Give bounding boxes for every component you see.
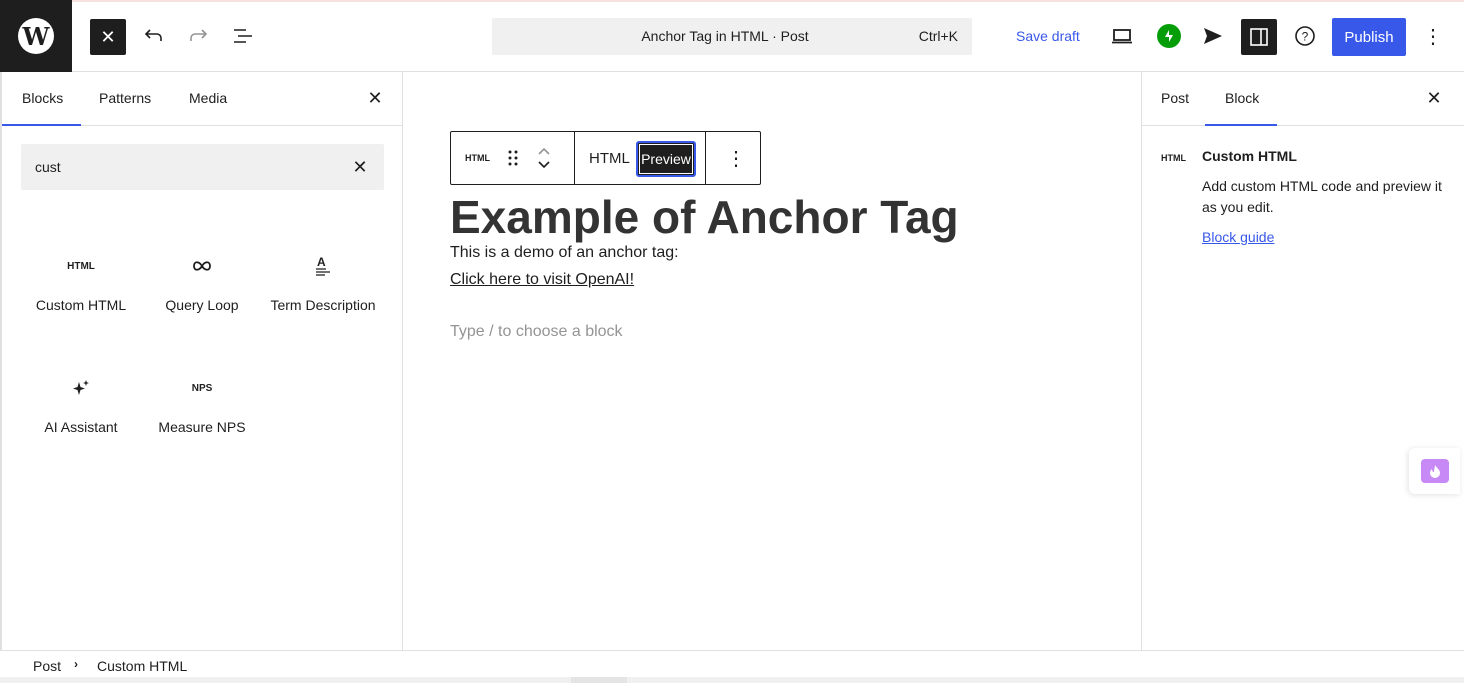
tab-post[interactable]: Post [1161,90,1189,106]
block-label: AI Assistant [44,419,118,435]
block-search-input[interactable] [35,144,335,190]
tab-blocks[interactable]: Blocks [1,90,82,126]
block-switcher-button[interactable]: HTML [465,132,490,184]
preview-heading: Example of Anchor Tag [450,191,959,243]
redo-icon [190,29,208,41]
html-tab-button[interactable]: HTML [589,132,630,184]
editor-canvas: HTML HTML Preview ⋮ Example of Anchor Ta… [403,72,1141,650]
block-label: Measure NPS [158,419,246,435]
block-mover [537,132,551,184]
block-appender-placeholder[interactable]: Type / to choose a block [450,323,623,341]
drag-handle[interactable] [506,132,520,184]
scrollbar-thumb[interactable] [571,677,627,683]
tab-patterns[interactable]: Patterns [99,90,151,106]
help-icon: ? [1295,26,1315,46]
undo-button[interactable] [137,20,169,52]
desktop-icon [1112,29,1132,44]
options-menu-button[interactable]: ⋮ [1421,20,1445,52]
sidebar-icon [1250,28,1268,46]
close-inserter-icon[interactable]: ✕ [363,86,387,110]
term-description-icon: A [263,254,383,278]
wordpress-logo-button[interactable]: W [0,0,72,72]
breadcrumb-custom-html[interactable]: Custom HTML [97,658,187,674]
block-card-description: Add custom HTML code and preview it as y… [1202,178,1442,215]
command-shortcut: Ctrl+K [918,28,958,44]
query-loop-icon [142,254,262,278]
publish-button[interactable]: Publish [1332,18,1406,56]
toolbar-divider [574,132,575,184]
close-inserter-button[interactable]: ✕ [90,19,126,55]
settings-sidebar: Post Block ✕ HTML Custom HTML Add custom… [1141,72,1464,650]
block-guide-link[interactable]: Block guide [1202,229,1274,245]
document-title: Anchor Tag in HTML · Post [641,28,809,44]
block-custom-html[interactable]: HTML Custom HTML [21,254,141,314]
preview-link[interactable]: Click here to visit OpenAI! [450,271,634,289]
inserter-tabs: Blocks Patterns Media ✕ [1,72,402,126]
save-draft-button[interactable]: Save draft [1016,28,1080,44]
toolbar-divider [705,132,706,184]
horizontal-scrollbar[interactable] [0,677,1464,683]
block-options-button[interactable]: ⋮ [726,132,746,184]
chevron-right-icon: › [74,657,78,671]
block-label: Term Description [270,297,376,313]
nps-icon: NPS [191,382,213,394]
move-down-icon[interactable] [537,161,551,169]
svg-text:A: A [317,255,326,269]
undo-icon [144,29,162,41]
html-tab-label: HTML [589,149,630,167]
jetpack-bolt-icon [1165,30,1173,42]
preview-paragraph: This is a demo of an anchor tag: [450,244,679,261]
more-vertical-icon: ⋮ [1423,25,1443,48]
html-icon: HTML [1161,153,1186,163]
html-icon: HTML [465,153,490,163]
sparkles-icon [21,376,141,400]
block-label: Custom HTML [35,297,127,313]
redo-button[interactable] [183,20,215,52]
svg-text:?: ? [1302,30,1309,44]
help-button[interactable]: ? [1289,20,1321,52]
block-inserter-panel: Blocks Patterns Media ✕ ✕ HTML Custom HT… [0,72,403,650]
document-overview-button[interactable] [227,20,259,52]
send-icon [1204,28,1222,44]
settings-sidebar-toggle[interactable] [1241,19,1277,55]
block-query-loop[interactable]: Query Loop [142,254,262,314]
breadcrumb-post[interactable]: Post [33,658,61,674]
editor-header: W ✕ Anchor Tag in HTML · Post Ctrl+K Sav… [0,0,1464,72]
html-icon: HTML [67,260,95,272]
more-vertical-icon: ⋮ [726,147,746,170]
command-palette-bar[interactable]: Anchor Tag in HTML · Post Ctrl+K [492,18,972,55]
flame-icon [1420,459,1449,483]
block-label: Query Loop [165,297,239,313]
block-measure-nps[interactable]: NPS Measure NPS [142,376,262,436]
preview-device-button[interactable] [1106,20,1138,52]
send-button[interactable] [1197,20,1229,52]
block-ai-assistant[interactable]: AI Assistant [21,376,141,436]
block-term-description[interactable]: A Term Description [263,254,383,314]
block-search-field[interactable]: ✕ [21,144,384,190]
jetpack-icon[interactable] [1157,24,1181,48]
list-view-icon [234,29,252,43]
drag-handle-icon [508,150,518,166]
tab-media[interactable]: Media [189,90,227,106]
wordpress-icon: W [18,18,54,54]
tab-block[interactable]: Block [1204,90,1278,126]
preview-tab-button[interactable]: Preview [636,141,696,177]
floating-assistant-tab[interactable] [1409,448,1460,494]
block-card-title: Custom HTML [1202,148,1297,164]
move-up-icon[interactable] [537,147,551,155]
block-toolbar: HTML HTML Preview ⋮ [450,131,761,185]
settings-tabs: Post Block ✕ [1142,72,1464,126]
close-settings-icon[interactable]: ✕ [1422,86,1446,110]
clear-search-icon[interactable]: ✕ [348,155,372,179]
header-accent-line [0,0,1464,2]
